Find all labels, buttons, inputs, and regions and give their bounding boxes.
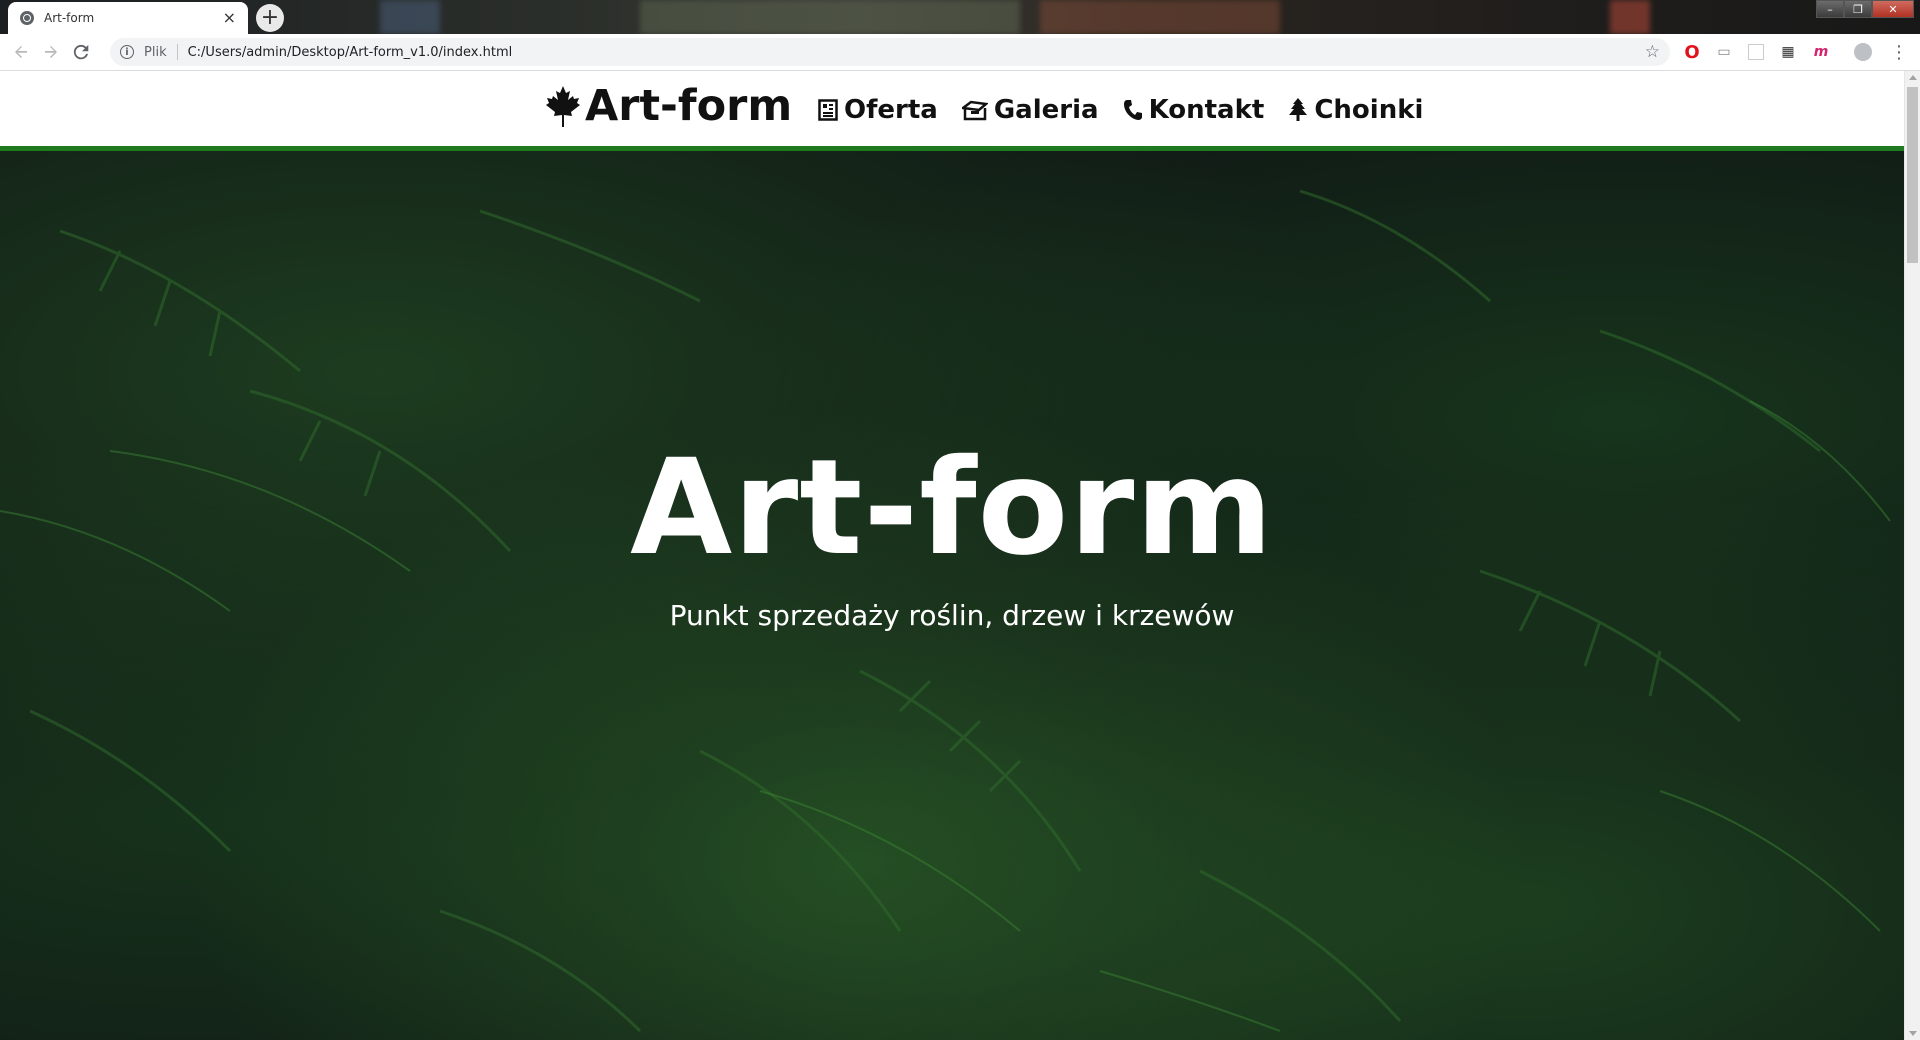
tree-icon: [1289, 98, 1308, 121]
nav-item-oferta[interactable]: Oferta: [818, 95, 938, 125]
nav-item-galeria[interactable]: Galeria: [961, 95, 1099, 125]
site-header: Art-form Oferta Galeria Kontakt Choinki: [0, 71, 1904, 151]
newspaper-icon: [818, 99, 838, 121]
hero-subtitle: Punkt sprzedaży roślin, drzew i krzewów: [669, 599, 1235, 632]
nav-label: Choinki: [1314, 95, 1424, 125]
address-bar[interactable]: i Plik C:/Users/admin/Desktop/Art-form_v…: [110, 38, 1670, 66]
background-blur: [640, 0, 1020, 34]
main-nav: Oferta Galeria Kontakt Choinki: [818, 95, 1447, 125]
nav-label: Oferta: [844, 95, 938, 125]
cast-extension-icon[interactable]: ▭: [1713, 41, 1735, 63]
browser-toolbar: i Plik C:/Users/admin/Desktop/Art-form_v…: [0, 34, 1920, 71]
browser-tab[interactable]: Art-form ×: [8, 2, 248, 34]
background-blur: [380, 0, 440, 34]
restore-button[interactable]: ❐: [1844, 0, 1872, 18]
new-tab-button[interactable]: +: [256, 4, 284, 32]
phone-icon: [1123, 100, 1142, 120]
kebab-menu-icon[interactable]: ⋮: [1888, 41, 1910, 63]
close-window-button[interactable]: ✕: [1872, 0, 1914, 18]
opera-extension-icon[interactable]: O: [1681, 41, 1703, 63]
nav-label: Kontakt: [1148, 95, 1265, 125]
reload-button[interactable]: [66, 37, 96, 67]
site-logo[interactable]: Art-form: [543, 81, 792, 131]
maple-leaf-icon: [546, 86, 580, 127]
hero-section: Art-form Punkt sprzedaży roślin, drzew i…: [0, 151, 1904, 1040]
box-open-icon: [961, 100, 988, 121]
background-blur: [1610, 0, 1650, 34]
tab-close-button[interactable]: ×: [223, 10, 236, 26]
background-blur: [1040, 0, 1280, 34]
star-icon[interactable]: ☆: [1645, 42, 1660, 62]
back-button[interactable]: [6, 37, 36, 67]
info-icon[interactable]: i: [120, 45, 134, 59]
url-text[interactable]: C:/Users/admin/Desktop/Art-form_v1.0/ind…: [188, 45, 513, 60]
divider: [176, 44, 178, 60]
logo-text: Art-form: [585, 81, 793, 131]
globe-icon: [20, 11, 34, 25]
nav-item-kontakt[interactable]: Kontakt: [1123, 95, 1265, 125]
store-extension-icon[interactable]: ▦: [1777, 41, 1799, 63]
scrollbar-thumb[interactable]: [1907, 87, 1918, 263]
foliage-background: [0, 189, 1891, 1033]
profile-avatar-icon[interactable]: [1852, 41, 1874, 63]
nav-item-choinki[interactable]: Choinki: [1288, 95, 1423, 125]
tab-title: Art-form: [44, 11, 95, 25]
hero-title: Art-form: [630, 431, 1274, 585]
nav-label: Galeria: [993, 95, 1099, 125]
minimize-button[interactable]: –: [1816, 0, 1844, 18]
forward-button[interactable]: [36, 37, 66, 67]
browser-tabstrip: Art-form × + – ❐ ✕: [0, 0, 1920, 34]
page-viewport: Art-form Oferta Galeria Kontakt Choinki …: [0, 71, 1904, 1040]
arrow-left-icon: [15, 46, 27, 58]
arrow-right-icon: [45, 46, 57, 58]
reload-icon: [73, 44, 89, 60]
scroll-down-icon[interactable]: [1909, 1031, 1917, 1036]
extension-icon[interactable]: [1745, 41, 1767, 63]
scroll-up-icon[interactable]: [1909, 75, 1917, 80]
page-scrollbar[interactable]: [1904, 71, 1920, 1040]
m-extension-icon[interactable]: m: [1810, 41, 1832, 63]
window-controls: – ❐ ✕: [1816, 0, 1914, 18]
scheme-label: Plik: [144, 44, 167, 60]
